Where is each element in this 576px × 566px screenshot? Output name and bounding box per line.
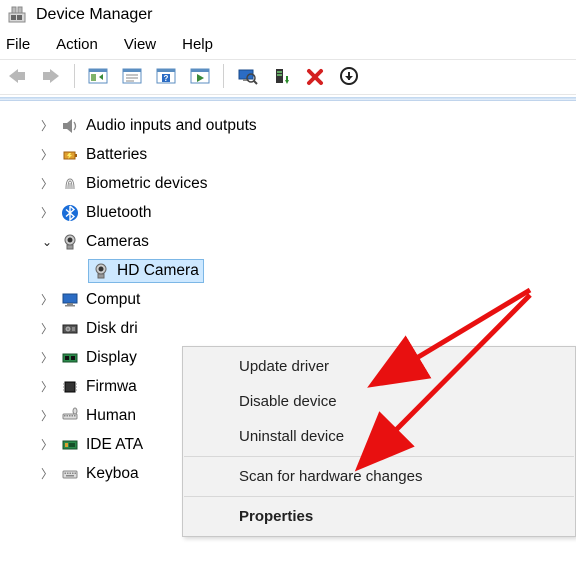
tree-item-computer[interactable]: 〉 Comput <box>40 285 576 314</box>
disk-drive-icon <box>60 319 80 339</box>
chevron-right-icon: 〉 <box>40 410 54 422</box>
header-separator <box>0 97 576 101</box>
tree-item-batteries[interactable]: 〉 Batteries <box>40 140 576 169</box>
tree-item-label: Keyboa <box>86 466 139 482</box>
scan-hardware-button[interactable] <box>232 62 262 90</box>
keyboard-icon <box>60 464 80 484</box>
menu-file[interactable]: File <box>6 36 30 53</box>
tree-item-label: HD Camera <box>117 263 199 279</box>
chevron-right-icon: 〉 <box>40 149 54 161</box>
forward-button[interactable] <box>36 62 66 90</box>
chevron-right-icon: 〉 <box>40 178 54 190</box>
chevron-down-icon: ⌄ <box>40 236 54 248</box>
tree-item-bluetooth[interactable]: 〉 Bluetooth <box>40 198 576 227</box>
camera-icon <box>60 232 80 252</box>
menu-uninstall-device[interactable]: Uninstall device <box>183 419 575 454</box>
properties-button[interactable] <box>117 62 147 90</box>
context-menu: Update driver Disable device Uninstall d… <box>182 346 576 537</box>
tree-item-disk-drives[interactable]: 〉 Disk dri <box>40 314 576 343</box>
tree-item-label: Biometric devices <box>86 176 207 192</box>
tree-item-label: Firmwa <box>86 379 137 395</box>
tree-item-cameras[interactable]: ⌄ Cameras <box>40 227 576 256</box>
chevron-right-icon: 〉 <box>40 381 54 393</box>
toolbar: ? <box>0 59 576 95</box>
svg-text:?: ? <box>164 74 169 83</box>
tree-item-label: Audio inputs and outputs <box>86 118 257 134</box>
tree-item-biometric[interactable]: 〉 Biometric devices <box>40 169 576 198</box>
display-adapter-icon <box>60 348 80 368</box>
menu-properties[interactable]: Properties <box>183 499 575 534</box>
tree-item-label: IDE ATA <box>86 437 143 453</box>
camera-icon <box>91 261 111 281</box>
tree-item-label: Comput <box>86 292 140 308</box>
monitor-icon <box>60 290 80 310</box>
chevron-right-icon: 〉 <box>40 294 54 306</box>
device-manager-icon <box>6 4 28 26</box>
show-hide-console-tree-button[interactable] <box>83 62 113 90</box>
menubar: File Action View Help <box>0 32 576 59</box>
tree-item-audio[interactable]: 〉 Audio inputs and outputs <box>40 111 576 140</box>
tree-item-label: Display <box>86 350 137 366</box>
chevron-right-icon: 〉 <box>40 207 54 219</box>
tree-item-label: Cameras <box>86 234 149 250</box>
storage-controller-icon <box>60 435 80 455</box>
speaker-icon <box>60 116 80 136</box>
menu-scan-hardware[interactable]: Scan for hardware changes <box>183 459 575 494</box>
bluetooth-icon <box>60 203 80 223</box>
tree-item-label: Bluetooth <box>86 205 152 221</box>
chip-icon <box>60 377 80 397</box>
menu-separator <box>184 456 574 457</box>
selected-item: HD Camera <box>88 259 204 283</box>
toolbar-separator <box>223 64 224 88</box>
chevron-right-icon: 〉 <box>40 120 54 132</box>
window-title: Device Manager <box>36 6 153 24</box>
tree-item-hd-camera[interactable]: HD Camera <box>40 256 576 285</box>
action-menu-button[interactable] <box>185 62 215 90</box>
titlebar: Device Manager <box>0 0 576 32</box>
menu-separator <box>184 496 574 497</box>
chevron-right-icon: 〉 <box>40 323 54 335</box>
menu-help[interactable]: Help <box>182 36 213 53</box>
help-button[interactable]: ? <box>151 62 181 90</box>
chevron-right-icon: 〉 <box>40 439 54 451</box>
chevron-right-icon: 〉 <box>40 468 54 480</box>
disable-device-button[interactable] <box>334 62 364 90</box>
fingerprint-icon <box>60 174 80 194</box>
menu-action[interactable]: Action <box>56 36 98 53</box>
uninstall-device-button[interactable] <box>300 62 330 90</box>
tree-item-label: Batteries <box>86 147 147 163</box>
battery-icon <box>60 145 80 165</box>
back-button[interactable] <box>2 62 32 90</box>
chevron-right-icon: 〉 <box>40 352 54 364</box>
tree-item-label: Human <box>86 408 136 424</box>
update-driver-button[interactable] <box>266 62 296 90</box>
menu-disable-device[interactable]: Disable device <box>183 384 575 419</box>
hid-icon <box>60 406 80 426</box>
menu-update-driver[interactable]: Update driver <box>183 349 575 384</box>
tree-item-label: Disk dri <box>86 321 138 337</box>
toolbar-separator <box>74 64 75 88</box>
menu-view[interactable]: View <box>124 36 156 53</box>
